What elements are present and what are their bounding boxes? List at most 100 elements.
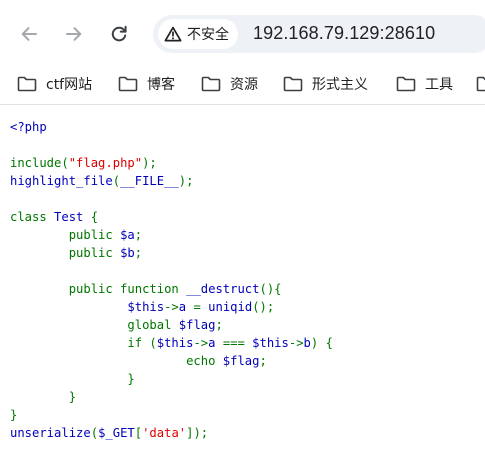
code-token-default: $a [120,228,135,242]
reload-icon [111,25,127,42]
code-token-keyword: ) { [310,336,333,350]
code-token-default: $_GET [98,426,135,440]
code-token-keyword: global [10,318,179,332]
code-token-default: <?php [10,120,47,134]
code-line: global $flag; [10,316,333,334]
code-token-default: __FILE__ [120,174,179,188]
bookmarks-bar: ctf网站 博客 资源 形式主义 工具 [0,66,485,105]
code-line: } [10,370,333,388]
browser-toolbar: 不安全 192.168.79.129:28610 [0,0,485,66]
code-token-default: $flag [178,318,216,332]
folder-icon [201,76,221,92]
reload-button[interactable] [102,17,136,51]
bookmark-blog[interactable]: 博客 [118,70,175,98]
code-token-default: a [208,336,223,350]
code-token-default: uniqid [208,300,253,314]
back-button[interactable] [12,17,46,51]
bookmark-label: ctf网站 [46,77,93,93]
url-text[interactable]: 192.168.79.129:28610 [253,23,435,44]
php-source-code: <?php include("flag.php"); highlight_file… [10,118,333,442]
code-token-keyword: } [10,372,135,386]
code-token-default: $b [120,246,135,260]
code-token-string: 'data' [142,426,187,440]
code-line: include("flag.php"); [10,154,333,172]
code-token-default: highlight_file [10,174,113,188]
back-arrow-icon [21,27,37,41]
code-line: highlight_file(__FILE__); [10,172,333,190]
forward-button[interactable] [57,17,91,51]
bookmark-label: 资源 [230,77,258,93]
code-token-default: unserialize [10,426,91,440]
code-token-string: "flag.php" [68,156,143,170]
code-token-keyword: } [10,408,18,422]
bookmark-formalism[interactable]: 形式主义 [283,70,368,98]
code-token-keyword: public function [10,282,187,296]
code-token-keyword: ); [178,174,194,188]
bookmark-label: 形式主义 [312,77,368,93]
code-line: <?php [10,118,333,136]
code-token-default: $this [127,300,165,314]
code-line: unserialize($_GET['data']); [10,424,333,442]
code-token-keyword: } [10,390,77,404]
code-token-keyword: ); [142,156,157,170]
code-token-keyword: class [10,210,55,224]
code-token-keyword: ( [90,426,99,440]
code-line: $this->a = uniqid(); [10,298,333,316]
code-token-keyword: -> [288,336,304,350]
forward-arrow-icon [66,27,82,41]
warning-triangle-icon [164,26,182,42]
bookmark-ctf[interactable]: ctf网站 [17,70,92,98]
code-line: } [10,406,333,424]
code-token-keyword: = [193,300,209,314]
bookmark-label: 博客 [147,77,175,93]
code-line: echo $flag; [10,352,333,370]
code-line: public $a; [10,226,333,244]
folder-icon [396,76,416,92]
code-token-default: $flag [222,354,260,368]
code-token-default: $this [252,336,289,350]
bookmark-resources[interactable]: 资源 [201,70,258,98]
code-token-keyword: { [90,210,99,224]
code-token-keyword: public [10,246,121,260]
code-token-keyword: === [222,336,253,350]
bookmark-tools[interactable]: 工具 [396,70,453,98]
folder-icon [476,76,485,92]
page-content: <?php include("flag.php"); highlight_file… [0,105,485,449]
code-token-default: a [178,300,194,314]
bookmark-label: 工具 [425,77,453,93]
code-token-keyword: -> [164,300,179,314]
security-label: 不安全 [187,27,229,43]
code-token-keyword: public [10,228,121,242]
code-token-default: Test [54,210,91,224]
folder-icon [17,76,37,92]
code-token-keyword: ; [134,228,143,242]
code-line: public $b; [10,244,333,262]
code-token-keyword: echo [10,354,223,368]
code-token-keyword: -> [193,336,209,350]
code-token-default: __destruct [186,282,260,296]
code-token-default: $this [156,336,194,350]
code-token-keyword [10,300,127,314]
code-line: if ($this->a === $this->b) { [10,334,333,352]
code-token-keyword: ; [134,246,143,260]
code-line: public function __destruct(){ [10,280,333,298]
code-line: class Test { [10,208,333,226]
code-token-keyword: ]); [186,426,209,440]
code-token-keyword: ; [259,354,267,368]
code-token-keyword: include( [10,156,69,170]
address-bar[interactable]: 不安全 192.168.79.129:28610 [153,15,485,53]
code-token-keyword: ; [215,318,223,332]
folder-icon [118,76,138,92]
code-token-keyword: if ( [10,336,157,350]
code-token-keyword: [ [134,426,143,440]
folder-icon [283,76,303,92]
code-token-keyword: (); [252,300,275,314]
security-chip[interactable]: 不安全 [158,19,238,49]
bookmark-overflow[interactable] [476,70,485,98]
code-token-keyword: ( [112,174,121,188]
code-token-keyword: (){ [259,282,282,296]
code-token-default: b [303,336,311,350]
